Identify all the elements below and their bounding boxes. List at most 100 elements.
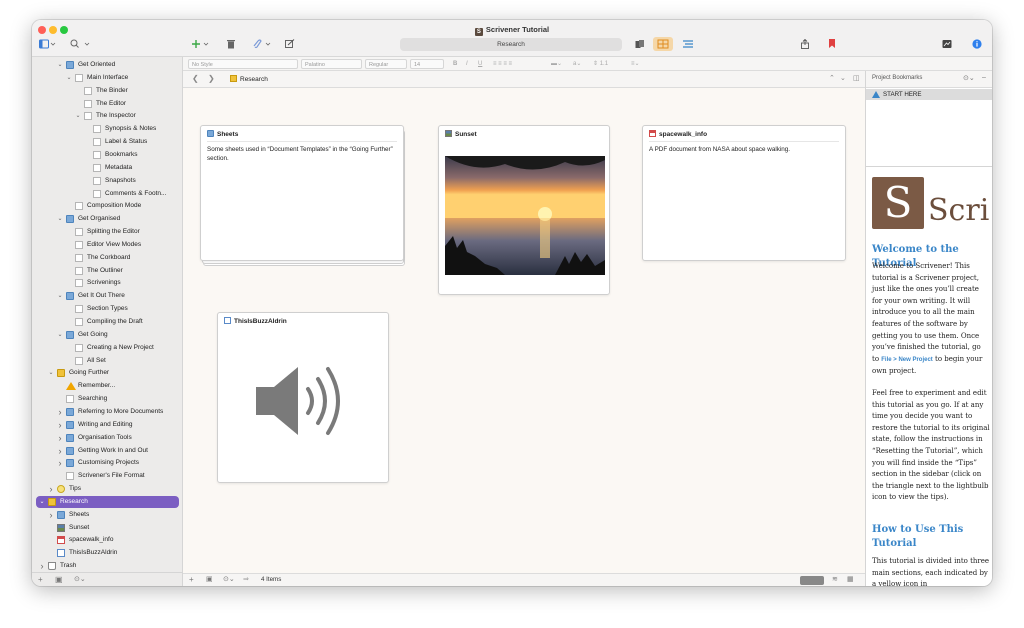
outliner-view-button[interactable] bbox=[683, 39, 693, 51]
binder-item[interactable]: ⌄ Research bbox=[36, 495, 179, 508]
binder-item[interactable]: ⌄ Get It Out There bbox=[32, 290, 183, 302]
binder-item[interactable]: Synopsis & Notes bbox=[32, 123, 183, 135]
binder-item[interactable]: The Editor bbox=[32, 98, 183, 110]
disclosure-expanded-icon[interactable]: ⌄ bbox=[56, 59, 64, 71]
disclosure-expanded-icon[interactable]: ⌄ bbox=[56, 213, 64, 225]
file-new-project-link[interactable]: File > New Project bbox=[881, 357, 933, 363]
binder-item[interactable]: Scrivenings bbox=[32, 277, 183, 289]
corkboard-view-button[interactable] bbox=[653, 37, 673, 51]
add-binder-item-icon[interactable]: + bbox=[38, 573, 43, 586]
binder-item[interactable]: › Tips bbox=[32, 483, 183, 495]
index-card-sunset[interactable]: Sunset bbox=[438, 125, 610, 295]
forward-arrow-icon[interactable]: ❯ bbox=[208, 74, 215, 83]
add-folder-icon[interactable]: ▣ bbox=[55, 573, 63, 586]
disclosure-collapsed-icon[interactable]: › bbox=[47, 509, 55, 521]
line-spacing-button[interactable]: ⇕ 1.1 bbox=[593, 59, 608, 69]
text-color-button[interactable]: ▬⌄ bbox=[551, 59, 562, 69]
binder-item[interactable]: Compiling the Draft bbox=[32, 316, 183, 328]
bookmark-item[interactable]: START HERE bbox=[866, 89, 992, 100]
binder-item[interactable]: ⌄ Get Oriented bbox=[32, 59, 183, 71]
binder-item[interactable]: Comments & Footn... bbox=[32, 188, 183, 200]
italic-button[interactable]: I bbox=[466, 59, 468, 69]
list-button[interactable]: ≡⌄ bbox=[631, 59, 640, 69]
binder-item[interactable]: ⌄ Going Further bbox=[32, 367, 183, 379]
outline-level-icon[interactable]: ⇒ bbox=[243, 575, 249, 583]
disclosure-collapsed-icon[interactable]: › bbox=[38, 560, 46, 572]
disclosure-expanded-icon[interactable]: ⌄ bbox=[38, 496, 46, 508]
binder-item[interactable]: › Customising Projects bbox=[32, 457, 183, 469]
binder-item[interactable]: Creating a New Project bbox=[32, 342, 183, 354]
bookmark-document-view[interactable]: S Scri Welcome to the Tutorial Welcome t… bbox=[866, 167, 992, 586]
binder-item[interactable]: Scrivener's File Format bbox=[32, 470, 183, 482]
binder-item[interactable]: › Trash bbox=[32, 560, 183, 572]
binder-item[interactable]: spacewalk_info bbox=[32, 534, 183, 546]
add-folder-card-icon[interactable]: ▣ bbox=[206, 575, 213, 583]
title-search-field[interactable]: Research bbox=[400, 38, 622, 51]
view-mode-button[interactable] bbox=[39, 39, 57, 51]
remove-bookmark-icon[interactable]: – bbox=[982, 74, 986, 81]
disclosure-expanded-icon[interactable]: ⌄ bbox=[56, 290, 64, 302]
binder-item[interactable]: ⌄ Get Organised bbox=[32, 213, 183, 225]
quick-reference-button[interactable] bbox=[942, 39, 952, 51]
share-button[interactable] bbox=[800, 38, 810, 51]
binder-item[interactable]: ⌄ Get Going bbox=[32, 329, 183, 341]
arrange-icon[interactable]: ≋ bbox=[832, 575, 838, 583]
index-card-buzz-aldrin[interactable]: ThisIsBuzzAldrin bbox=[217, 312, 389, 483]
binder-item[interactable]: The Binder bbox=[32, 85, 183, 97]
binder-item[interactable]: The Outliner bbox=[32, 265, 183, 277]
disclosure-expanded-icon[interactable]: ⌄ bbox=[47, 367, 55, 379]
weight-select[interactable]: Regular bbox=[365, 59, 407, 69]
back-arrow-icon[interactable]: ❮ bbox=[192, 74, 199, 83]
index-card-spacewalk-info[interactable]: spacewalk_info A PDF document from NASA … bbox=[642, 125, 846, 261]
style-select[interactable]: No Style bbox=[188, 59, 298, 69]
disclosure-collapsed-icon[interactable]: › bbox=[56, 457, 64, 469]
split-editor-icon[interactable]: ◫ bbox=[853, 74, 860, 82]
binder-item[interactable]: ⌄ Main Interface bbox=[32, 72, 183, 84]
bold-button[interactable]: B bbox=[453, 59, 457, 69]
binder-item[interactable]: › Organisation Tools bbox=[32, 432, 183, 444]
binder-item[interactable]: Label & Status bbox=[32, 136, 183, 148]
binder-item[interactable]: Composition Mode bbox=[32, 200, 183, 212]
down-chevron-icon[interactable]: ⌄ bbox=[840, 74, 846, 82]
binder-item[interactable]: › Writing and Editing bbox=[32, 419, 183, 431]
font-size-select[interactable]: 14 bbox=[410, 59, 444, 69]
binder-item[interactable]: Section Types bbox=[32, 303, 183, 315]
underline-button[interactable]: U bbox=[478, 59, 482, 69]
add-item-button[interactable] bbox=[192, 39, 212, 51]
binder-item[interactable]: › Sheets bbox=[32, 509, 183, 521]
highlight-button[interactable]: a⌄ bbox=[573, 59, 581, 69]
disclosure-collapsed-icon[interactable]: › bbox=[56, 406, 64, 418]
up-chevron-icon[interactable]: ⌃ bbox=[829, 74, 835, 82]
binder-item[interactable]: Sunset bbox=[32, 522, 183, 534]
binder-item[interactable]: ThisIsBuzzAldrin bbox=[32, 547, 183, 559]
compose-button[interactable] bbox=[285, 39, 295, 51]
disclosure-collapsed-icon[interactable]: › bbox=[56, 445, 64, 457]
disclosure-collapsed-icon[interactable]: › bbox=[47, 483, 55, 495]
disclosure-expanded-icon[interactable]: ⌄ bbox=[56, 329, 64, 341]
bookmark-button[interactable] bbox=[828, 39, 836, 51]
binder-item[interactable]: › Getting Work In and Out bbox=[32, 445, 183, 457]
card-layout-toggle[interactable] bbox=[800, 576, 824, 585]
align-buttons[interactable]: ≡ ≡ ≡ ≡ bbox=[493, 59, 512, 69]
binder-item[interactable]: Splitting the Editor bbox=[32, 226, 183, 238]
binder-item[interactable]: Snapshots bbox=[32, 175, 183, 187]
disclosure-collapsed-icon[interactable]: › bbox=[56, 419, 64, 431]
binder-item[interactable]: ⌄ The Inspector bbox=[32, 110, 183, 122]
font-select[interactable]: Palatino bbox=[301, 59, 362, 69]
disclosure-expanded-icon[interactable]: ⌄ bbox=[74, 110, 82, 122]
binder-actions-icon[interactable]: ⊙⌄ bbox=[74, 573, 86, 586]
label-button[interactable] bbox=[252, 39, 274, 51]
scrivenings-button[interactable] bbox=[635, 39, 645, 51]
move-to-trash-button[interactable] bbox=[226, 39, 236, 51]
binder-item[interactable]: Remember... bbox=[32, 380, 183, 392]
binder-item[interactable]: Editor View Modes bbox=[32, 239, 183, 251]
index-card-sheets[interactable]: Sheets Some sheets used in “Document Tem… bbox=[200, 125, 404, 261]
binder-item[interactable]: All Set bbox=[32, 355, 183, 367]
binder-item[interactable]: Searching bbox=[32, 393, 183, 405]
grid-size-icon[interactable]: ▦ bbox=[847, 575, 854, 583]
binder-item[interactable]: The Corkboard bbox=[32, 252, 183, 264]
search-button[interactable] bbox=[70, 39, 92, 51]
binder-item[interactable]: Metadata bbox=[32, 162, 183, 174]
breadcrumb[interactable]: Research bbox=[230, 74, 268, 85]
binder-item[interactable]: Bookmarks bbox=[32, 149, 183, 161]
